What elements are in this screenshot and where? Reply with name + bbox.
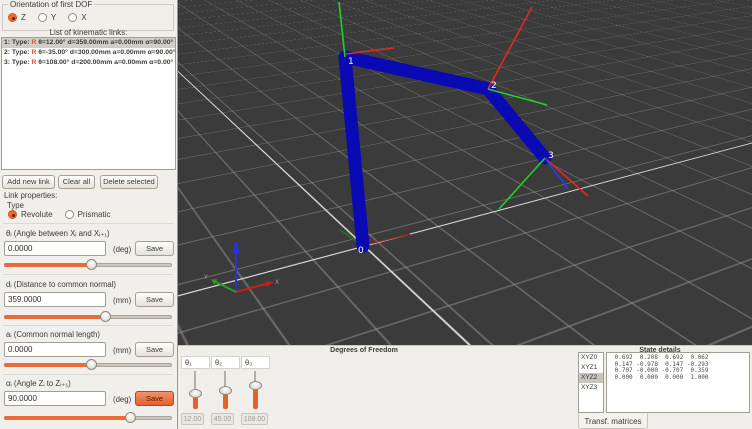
a-save-button[interactable]: Save [135,342,174,357]
joint3-label: 3 [548,151,554,161]
link-item-params: θ=-35.00° d=300.00mm a=0.00mm α=90.00° [36,49,175,56]
robot-links[interactable] [345,57,545,246]
dof-theta1-label: θ₁ [181,356,210,369]
add-new-link-button[interactable]: Add new link [2,175,55,189]
alpha-field-label: αᵢ (Angle Zᵢ to Zᵢ₊₁) [6,379,71,388]
dof-theta1-value: 12.00 [181,413,204,425]
dof-theta1-slider[interactable] [188,371,202,409]
theta-slider-handle[interactable] [86,259,97,270]
link-item-prefix: 1: Type: [4,39,30,46]
alpha-input[interactable] [4,391,106,406]
link-item-prefix: 3: Type: [4,59,30,66]
radio-orientation-x[interactable] [68,13,77,22]
frame-item-xyz1[interactable]: XYZ1 [579,363,603,373]
world-x-axis-icon [236,284,266,292]
joint1-x-axis-icon [346,48,394,54]
alpha-slider[interactable] [4,412,172,423]
dof-theta2-slider-handle[interactable] [219,386,232,395]
a-input[interactable] [4,342,106,357]
orientation-groupbox: Orientation of first DOF Z Y X [2,4,174,31]
joint3-z-axis-icon [545,158,568,189]
radio-type-revolute[interactable] [8,210,17,219]
robot-arm-overlay: 0 1 2 3 X Y [178,0,752,345]
delete-selected-button[interactable]: Delete selected [100,175,158,189]
links-list-title: List of kinematic links: [0,28,177,37]
link-item-prefix: 2: Type: [4,49,30,56]
world-x-arrowhead-icon [265,281,274,287]
theta-field-label: θᵢ (Angle between Xᵢ and Xᵢ₊₁) [6,229,110,238]
a-slider-handle[interactable] [86,359,97,370]
link-list-item[interactable]: 3: Type: R θ=108.00° d=200.00mm a=0.00mm… [2,58,175,68]
joint2-x-axis-icon [488,7,532,89]
dof-theta3-slider[interactable] [248,371,262,409]
theta-slider[interactable] [4,259,172,270]
world-x-label: X [275,279,279,286]
d-field-label: dᵢ (Distance to common normal) [6,280,116,289]
d-slider[interactable] [4,311,172,322]
d-input[interactable] [4,292,106,307]
kinematic-links-list[interactable]: 1: Type: R θ=12.00° d=359.00mm a=0.00mm … [1,37,176,170]
a-slider[interactable] [4,359,172,370]
link-list-item[interactable]: 1: Type: R θ=12.00° d=359.00mm a=0.00mm … [2,38,175,48]
world-y-label: Y [203,274,208,281]
theta-input[interactable] [4,241,106,256]
bottom-panels: Degrees of Freedom State details θ₁ θ₂ θ… [178,345,752,429]
radio-type-revolute-label[interactable]: Revolute [21,210,53,219]
alpha-unit-label: (deg) [113,395,131,404]
radio-orientation-x-label[interactable]: X [81,13,86,22]
radio-orientation-y-label[interactable]: Y [51,13,56,22]
joint1-y-axis-icon [339,2,345,57]
tab-transf-matrices[interactable]: Transf. matrices [578,413,648,429]
a-field-label: aᵢ (Common normal length) [6,330,100,339]
frame-item-xyz0[interactable]: XYZ0 [579,353,603,363]
dof-theta1-slider-handle[interactable] [189,389,202,398]
world-triad: X Y [203,240,279,292]
orientation-title: Orientation of first DOF [8,0,94,9]
dof-theta3-value: 108.00 [241,413,268,425]
link-item-params: θ=108.00° d=200.00mm a=0.00mm α=0.00° [36,59,173,66]
joint1-label: 1 [348,57,354,67]
world-z-arrowhead-icon [232,240,240,253]
alpha-save-button[interactable]: Save [135,391,174,406]
joint3-x-axis-icon [545,158,588,196]
joint0-label: 0 [358,246,364,256]
link-list-item[interactable]: 2: Type: R θ=-35.00° d=300.00mm a=0.00mm… [2,48,175,58]
type-label: Type [7,201,24,210]
transformation-matrix-display: 0.692 0.208 0.692 0.062 0.147 -0.978 0.1… [606,352,750,413]
d-unit-label: (mm) [113,296,131,305]
radio-orientation-z[interactable] [8,13,17,22]
base-x-axis-icon [365,234,410,245]
dof-theta3-label: θ₃ [241,356,270,369]
3d-viewport[interactable]: 0 1 2 3 X Y [178,0,752,345]
dof-theta2-label: θ₂ [211,356,240,369]
link-properties-title: Link properties: [4,191,57,200]
link-item-params: θ=12.00° d=359.00mm a=0.00mm α=90.00° [36,39,173,46]
dof-theta3-slider-handle[interactable] [249,381,262,390]
world-y-axis-icon [216,282,236,292]
a-unit-label: (mm) [113,346,131,355]
alpha-slider-handle[interactable] [125,412,136,423]
matrix-row: 0.000 0.000 0.000 1.000 [611,375,749,382]
frame-item-xyz3[interactable]: XYZ3 [579,383,603,393]
dof-theta2-slider[interactable] [218,371,232,409]
joint2-label: 2 [491,81,497,91]
joint3-y-axis-icon [499,158,545,209]
radio-orientation-z-label[interactable]: Z [21,13,26,22]
radio-type-prismatic-label[interactable]: Prismatic [78,210,111,219]
control-panel: Orientation of first DOF Z Y X List of k… [0,0,178,429]
d-slider-handle[interactable] [100,311,111,322]
radio-orientation-y[interactable] [38,13,47,22]
d-save-button[interactable]: Save [135,292,174,307]
theta-unit-label: (deg) [113,245,131,254]
dof-theta2-value: 45.00 [211,413,234,425]
theta-save-button[interactable]: Save [135,241,174,256]
frame-list[interactable]: XYZ0 XYZ1 XYZ2 XYZ3 [578,352,604,413]
frame-item-xyz2[interactable]: XYZ2 [579,373,603,383]
clear-all-button[interactable]: Clear all [58,175,95,189]
radio-type-prismatic[interactable] [65,210,74,219]
dof-panel-title: Degrees of Freedom [178,347,550,354]
